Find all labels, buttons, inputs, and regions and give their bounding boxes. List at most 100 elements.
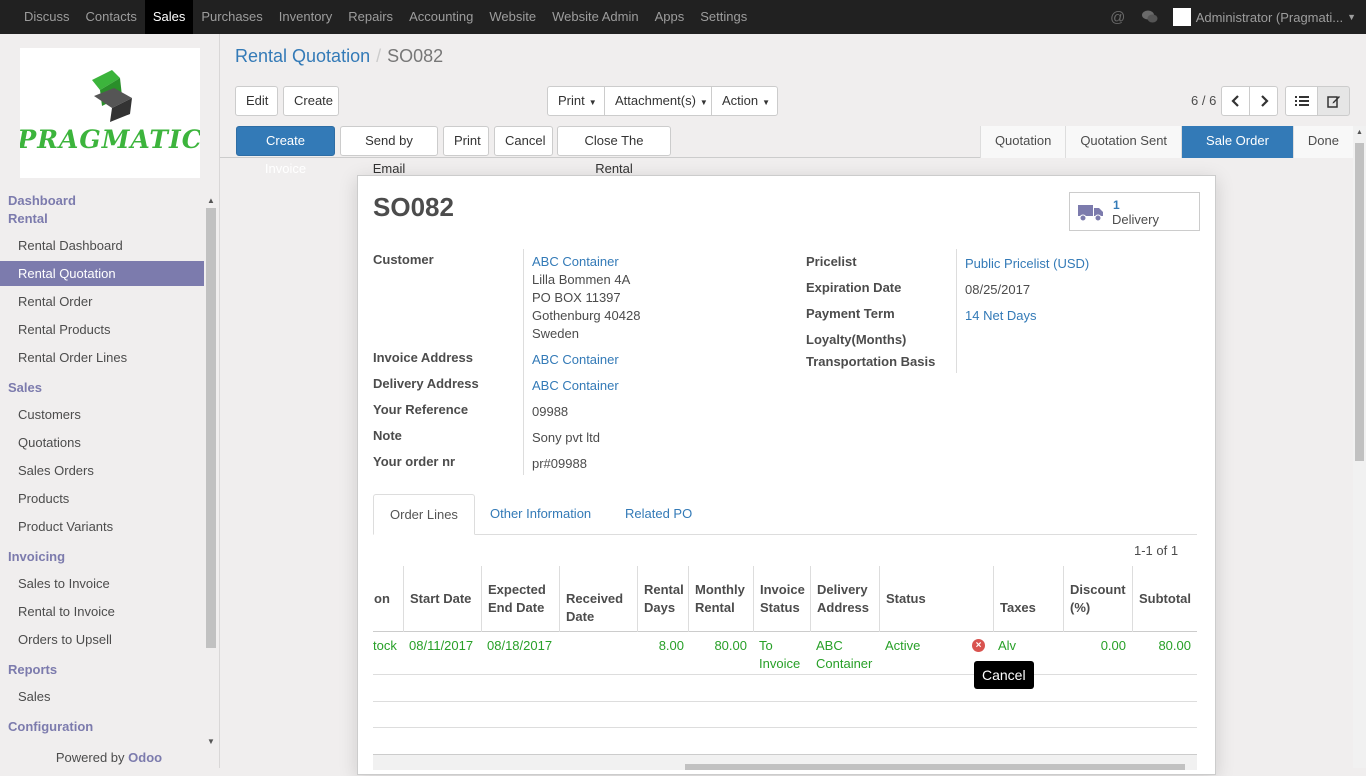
svg-text:PRAGMATIC: PRAGMATIC — [20, 125, 200, 154]
menu-settings[interactable]: Settings — [692, 0, 755, 34]
sidebar-item-reports-sales[interactable]: Sales — [0, 684, 204, 709]
menu-sales[interactable]: Sales — [144, 0, 194, 34]
pricelist-link[interactable]: Public Pricelist (USD) — [965, 256, 1089, 271]
menu-discuss[interactable]: Discuss — [16, 0, 78, 34]
scrollbar-thumb[interactable] — [206, 208, 216, 648]
edit-button[interactable]: Edit — [235, 86, 278, 116]
print-dropdown[interactable]: Print ▼ — [547, 86, 605, 116]
at-mention-icon[interactable]: @ — [1109, 8, 1127, 26]
sidebar-item-sales-orders[interactable]: Sales Orders — [0, 458, 204, 483]
column-header-invoice-status[interactable]: Invoice Status — [753, 566, 811, 632]
menu-website-admin[interactable]: Website Admin — [544, 0, 646, 34]
stage-quotation-sent[interactable]: Quotation Sent — [1065, 126, 1182, 158]
column-header-discount[interactable]: Discount (%) — [1063, 566, 1133, 632]
scroll-up-icon[interactable]: ▲ — [1356, 129, 1363, 136]
list-view-button[interactable] — [1285, 86, 1318, 116]
odoo-link[interactable]: Odoo — [128, 750, 162, 765]
sidebar-item-customers[interactable]: Customers — [0, 402, 204, 427]
column-header-taxes[interactable]: Taxes — [993, 566, 1064, 632]
customer-link[interactable]: ABC Container — [532, 254, 619, 269]
stage-pipeline: Quotation Quotation Sent Sale Order Done — [979, 126, 1353, 158]
create-button[interactable]: Create — [283, 86, 339, 116]
scroll-down-icon[interactable]: ▼ — [207, 737, 215, 746]
chevron-down-icon: ▼ — [699, 98, 708, 107]
menu-apps[interactable]: Apps — [647, 0, 693, 34]
page-scrollbar[interactable]: ▲ — [1353, 126, 1366, 768]
truck-icon — [1078, 205, 1103, 222]
sidebar-item-products[interactable]: Products — [0, 486, 204, 511]
delivery-address-link[interactable]: ABC Container — [532, 378, 619, 393]
field-divider — [523, 249, 524, 475]
sidebar-item-rental-order[interactable]: Rental Order — [0, 289, 204, 314]
close-rental-button[interactable]: Close The Rental — [557, 126, 671, 176]
sidebar-item-rental-to-invoice[interactable]: Rental to Invoice — [0, 599, 204, 624]
cell-status: Active — [885, 638, 921, 653]
chevron-down-icon[interactable]: ▼ — [1347, 12, 1356, 22]
delivery-smart-button[interactable]: 1 Delivery — [1069, 192, 1200, 231]
menu-purchases[interactable]: Purchases — [193, 0, 270, 34]
menu-contacts[interactable]: Contacts — [78, 0, 145, 34]
create-invoice-button[interactable]: Create Invoice — [236, 126, 335, 176]
scroll-up-icon[interactable]: ▲ — [207, 196, 215, 205]
customer-address-line-2: PO BOX 11397 — [532, 290, 621, 305]
action-dropdown[interactable]: Action ▼ — [711, 86, 778, 116]
cancel-tooltip: Cancel — [974, 661, 1034, 689]
column-header-label: Received Date — [566, 591, 624, 624]
stage-sale-order[interactable]: Sale Order — [1181, 126, 1293, 158]
notebook-tabs: Order Lines Other Information Related PO — [373, 494, 1197, 535]
menu-inventory[interactable]: Inventory — [271, 0, 340, 34]
delivery-count: 1 — [1113, 198, 1120, 212]
cancel-button[interactable]: Cancel — [494, 126, 553, 156]
column-header-rental-days[interactable]: Rental Days — [637, 566, 689, 632]
invoice-address-link[interactable]: ABC Container — [532, 352, 619, 367]
menu-website[interactable]: Website — [481, 0, 544, 34]
sidebar-scrollbar[interactable]: ▲ ▼ — [205, 194, 217, 749]
sidebar-item-rental-products[interactable]: Rental Products — [0, 317, 204, 342]
payment-term-link[interactable]: 14 Net Days — [965, 308, 1037, 323]
tab-order-lines[interactable]: Order Lines — [373, 494, 475, 535]
print-dropdown-label: Print — [558, 93, 585, 108]
pager-previous-button[interactable] — [1221, 86, 1250, 116]
chevron-left-icon — [1230, 95, 1239, 107]
column-header-received-date[interactable]: Received Date — [559, 566, 638, 632]
cell-subtotal: 80.00 — [1158, 638, 1191, 653]
sidebar-item-product-variants[interactable]: Product Variants — [0, 514, 204, 539]
column-header-expected-end-date[interactable]: Expected End Date — [481, 566, 560, 632]
chat-icon[interactable] — [1141, 8, 1159, 26]
print-button[interactable]: Print — [443, 126, 489, 156]
user-avatar[interactable] — [1172, 8, 1191, 26]
pager-value[interactable]: 6 / 6 — [1191, 93, 1216, 108]
column-header-label: Invoice Status — [760, 582, 805, 615]
column-header-delivery-address[interactable]: Delivery Address — [810, 566, 880, 632]
column-header-subtotal[interactable]: Subtotal — [1132, 566, 1197, 632]
pager-next-button[interactable] — [1249, 86, 1278, 116]
column-header-status[interactable]: Status — [879, 566, 994, 632]
cancel-line-icon[interactable]: × — [972, 639, 985, 652]
scrollbar-thumb[interactable] — [685, 764, 1185, 770]
sidebar-item-orders-to-upsell[interactable]: Orders to Upsell — [0, 627, 204, 652]
column-header-start-date[interactable]: Start Date — [403, 566, 482, 632]
sidebar-item-rental-order-lines[interactable]: Rental Order Lines — [0, 345, 204, 370]
user-menu[interactable]: Administrator (Pragmati... — [1196, 10, 1343, 25]
scrollbar-thumb[interactable] — [1355, 143, 1364, 461]
menu-accounting[interactable]: Accounting — [401, 0, 481, 34]
stage-done[interactable]: Done — [1292, 126, 1353, 158]
send-by-email-button[interactable]: Send by Email — [340, 126, 438, 176]
column-header-monthly-rental[interactable]: Monthly Rental — [688, 566, 754, 632]
tab-other-information[interactable]: Other Information — [474, 494, 607, 535]
sidebar-item-rental-quotation[interactable]: Rental Quotation — [0, 261, 204, 286]
column-header-label: Expected End Date — [488, 582, 546, 615]
tab-related-po[interactable]: Related PO — [609, 494, 708, 535]
section-dashboard[interactable]: Dashboard — [8, 193, 76, 208]
customer-address-line-4: Sweden — [532, 326, 579, 341]
sidebar-item-rental-dashboard[interactable]: Rental Dashboard — [0, 233, 204, 258]
menu-repairs[interactable]: Repairs — [340, 0, 401, 34]
form-view-button[interactable] — [1317, 86, 1350, 116]
stage-quotation[interactable]: Quotation — [979, 126, 1066, 158]
column-header-truncated[interactable]: on — [373, 566, 404, 632]
order-name: SO082 — [373, 192, 454, 222]
sidebar-item-sales-to-invoice[interactable]: Sales to Invoice — [0, 571, 204, 596]
attachments-dropdown[interactable]: Attachment(s) ▼ — [604, 86, 712, 116]
breadcrumb-parent[interactable]: Rental Quotation — [235, 46, 370, 66]
sidebar-item-quotations[interactable]: Quotations — [0, 430, 204, 455]
